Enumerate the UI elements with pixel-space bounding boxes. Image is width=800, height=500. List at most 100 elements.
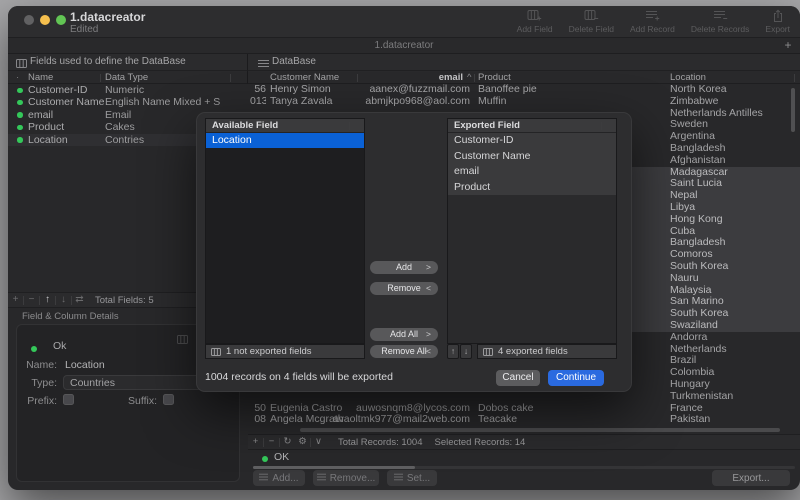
field-status-dot [17, 100, 23, 106]
dialog-add-all-button[interactable]: Add All > [370, 328, 438, 341]
record-row[interactable]: 013Tanya Zavalaabmjkpo968@aol.comMuffinZ… [248, 96, 800, 108]
remove-records-button[interactable]: Remove... [313, 470, 379, 486]
add-records-label: Add... [272, 473, 298, 484]
window-edited-badge: Edited [70, 24, 98, 35]
column-divider [100, 74, 101, 82]
field-data-type: Cakes [105, 121, 135, 133]
db-col-email[interactable]: email [348, 71, 463, 84]
document-tab-title: 1.datacreator [8, 38, 800, 54]
remove-all-label: Remove All [381, 346, 427, 356]
record-row[interactable]: 50Eugenia Castroauwosnqm8@lycos.comDobos… [248, 403, 800, 415]
record-location: Andorra [670, 332, 795, 344]
column-divider [230, 74, 231, 82]
add-records-button[interactable]: Add... [253, 470, 305, 486]
record-location: Hong Kong [670, 214, 795, 226]
fields-panel-title: Fields used to define the DataBase [30, 54, 186, 70]
toolbar-label: Export [765, 24, 790, 34]
details-heading: Field & Column Details [22, 311, 119, 322]
exported-fields-footer: 4 exported fields [477, 344, 617, 359]
total-fields-label: Total Fields: 5 [95, 295, 154, 306]
add-field-row-button[interactable]: + [8, 293, 23, 307]
available-fields-body: Location [206, 133, 364, 343]
fields-col-name[interactable]: Name [28, 71, 53, 84]
db-col-customer[interactable]: Customer Name [270, 71, 339, 84]
toolbar-add-record-button[interactable]: Add Record [630, 8, 675, 34]
suffix-label: Suffix: [117, 395, 157, 407]
reorder-fields-button[interactable]: ⇄ [72, 293, 87, 307]
refresh-records-button[interactable]: ↻ [280, 435, 295, 449]
toolbar-delete-field-button[interactable]: Delete Field [569, 8, 614, 34]
db-col-location[interactable]: Location [670, 71, 706, 84]
dialog-remove-button[interactable]: Remove < [370, 282, 438, 295]
vertical-scrollbar-thumb[interactable] [791, 88, 795, 132]
record-row[interactable]: 56Henry Simonaanex@fuzzmail.comBanoffee … [248, 84, 800, 96]
toolbar-label: Delete Records [691, 24, 750, 34]
delete-field-icon [584, 8, 599, 23]
remove-field-row-button[interactable]: − [24, 293, 39, 307]
exported-field-item[interactable]: email [448, 164, 616, 180]
field-row[interactable]: Customer NameEnglish Name Mixed + S [8, 96, 248, 108]
window-toolbar: Add Field Delete Field Add Record Delete Re… [517, 8, 790, 34]
record-location: Cuba [670, 226, 795, 238]
toolbar-delete-records-button[interactable]: Delete Records [691, 8, 750, 34]
selected-records-label: Selected Records: 14 [435, 437, 526, 448]
dialog-remove-all-button[interactable]: Remove All < [370, 345, 438, 358]
move-field-down-button[interactable]: ↓ [56, 293, 71, 307]
toolbar-label: Add Record [630, 24, 675, 34]
move-exported-up-button[interactable]: ↑ [447, 344, 459, 359]
add-record-row-button[interactable]: + [248, 435, 263, 449]
not-exported-count: 1 not exported fields [226, 345, 312, 358]
exported-field-item[interactable]: Product [448, 180, 616, 196]
export-button[interactable]: Export... [712, 470, 790, 486]
toolbar-add-field-button[interactable]: Add Field [517, 8, 553, 34]
move-field-up-button[interactable]: ↑ [40, 293, 55, 307]
record-settings-gear-button[interactable]: ⚙ [295, 435, 310, 449]
record-email: avaoltmk977@mail2web.com [308, 414, 470, 426]
record-product: Teacake [478, 414, 608, 426]
new-tab-button[interactable]: + [780, 38, 796, 54]
record-location: Bangladesh [670, 237, 795, 249]
record-row[interactable]: 08Angela Mcgrathavaoltmk977@mail2web.com… [248, 414, 800, 426]
move-exported-down-button[interactable]: ↓ [460, 344, 472, 359]
available-field-item[interactable]: Location [206, 133, 364, 148]
database-panel-title: DataBase [272, 54, 316, 70]
minimize-window-button[interactable] [40, 15, 50, 25]
dialog-add-button[interactable]: Add > [370, 261, 438, 274]
remove-record-row-button[interactable]: − [264, 435, 279, 449]
db-col-product[interactable]: Product [478, 71, 511, 84]
toolbar-export-button[interactable]: Export [765, 8, 790, 34]
progress-bar-fill [253, 466, 415, 469]
set-records-button[interactable]: Set... [387, 470, 437, 486]
record-row[interactable]: Turkmenistan [248, 391, 800, 403]
record-location: South Korea [670, 261, 795, 273]
fields-panel-header: Fields used to define the DataBase [8, 54, 248, 70]
record-options-chevron[interactable]: ∨ [311, 435, 326, 449]
record-location: San Marino [670, 296, 795, 308]
cancel-button[interactable]: Cancel [496, 370, 540, 386]
horizontal-scrollbar-thumb[interactable] [300, 428, 780, 432]
field-data-type: Email [105, 109, 131, 121]
export-icon [772, 8, 784, 23]
field-status-text: Ok [53, 340, 66, 352]
record-product: Dobos cake [478, 403, 608, 415]
add-record-icon [645, 8, 660, 23]
continue-button[interactable]: Continue [548, 370, 604, 386]
suffix-checkbox[interactable] [163, 394, 174, 405]
record-location: Comoros [670, 249, 795, 261]
fields-sort-dot[interactable]: · [16, 71, 19, 84]
prefix-checkbox[interactable] [63, 394, 74, 405]
export-label: Export... [732, 473, 769, 484]
record-location: Nauru [670, 273, 795, 285]
record-location: Netherlands [670, 344, 795, 356]
name-value[interactable]: Location [65, 359, 105, 371]
title-bar: 1.datacreator Edited Add FieldDelete Fie… [8, 6, 800, 38]
zoom-window-button[interactable] [56, 15, 66, 25]
fields-col-type[interactable]: Data Type [105, 71, 148, 84]
record-location: South Korea [670, 308, 795, 320]
exported-field-item[interactable]: Customer-ID [448, 133, 616, 149]
exported-field-item[interactable]: Customer Name [448, 149, 616, 165]
name-label: Name: [17, 359, 57, 371]
field-row[interactable]: Customer-IDNumeric [8, 84, 248, 96]
document-tab-strip: 1.datacreator + [8, 38, 800, 54]
close-window-button[interactable] [24, 15, 34, 25]
